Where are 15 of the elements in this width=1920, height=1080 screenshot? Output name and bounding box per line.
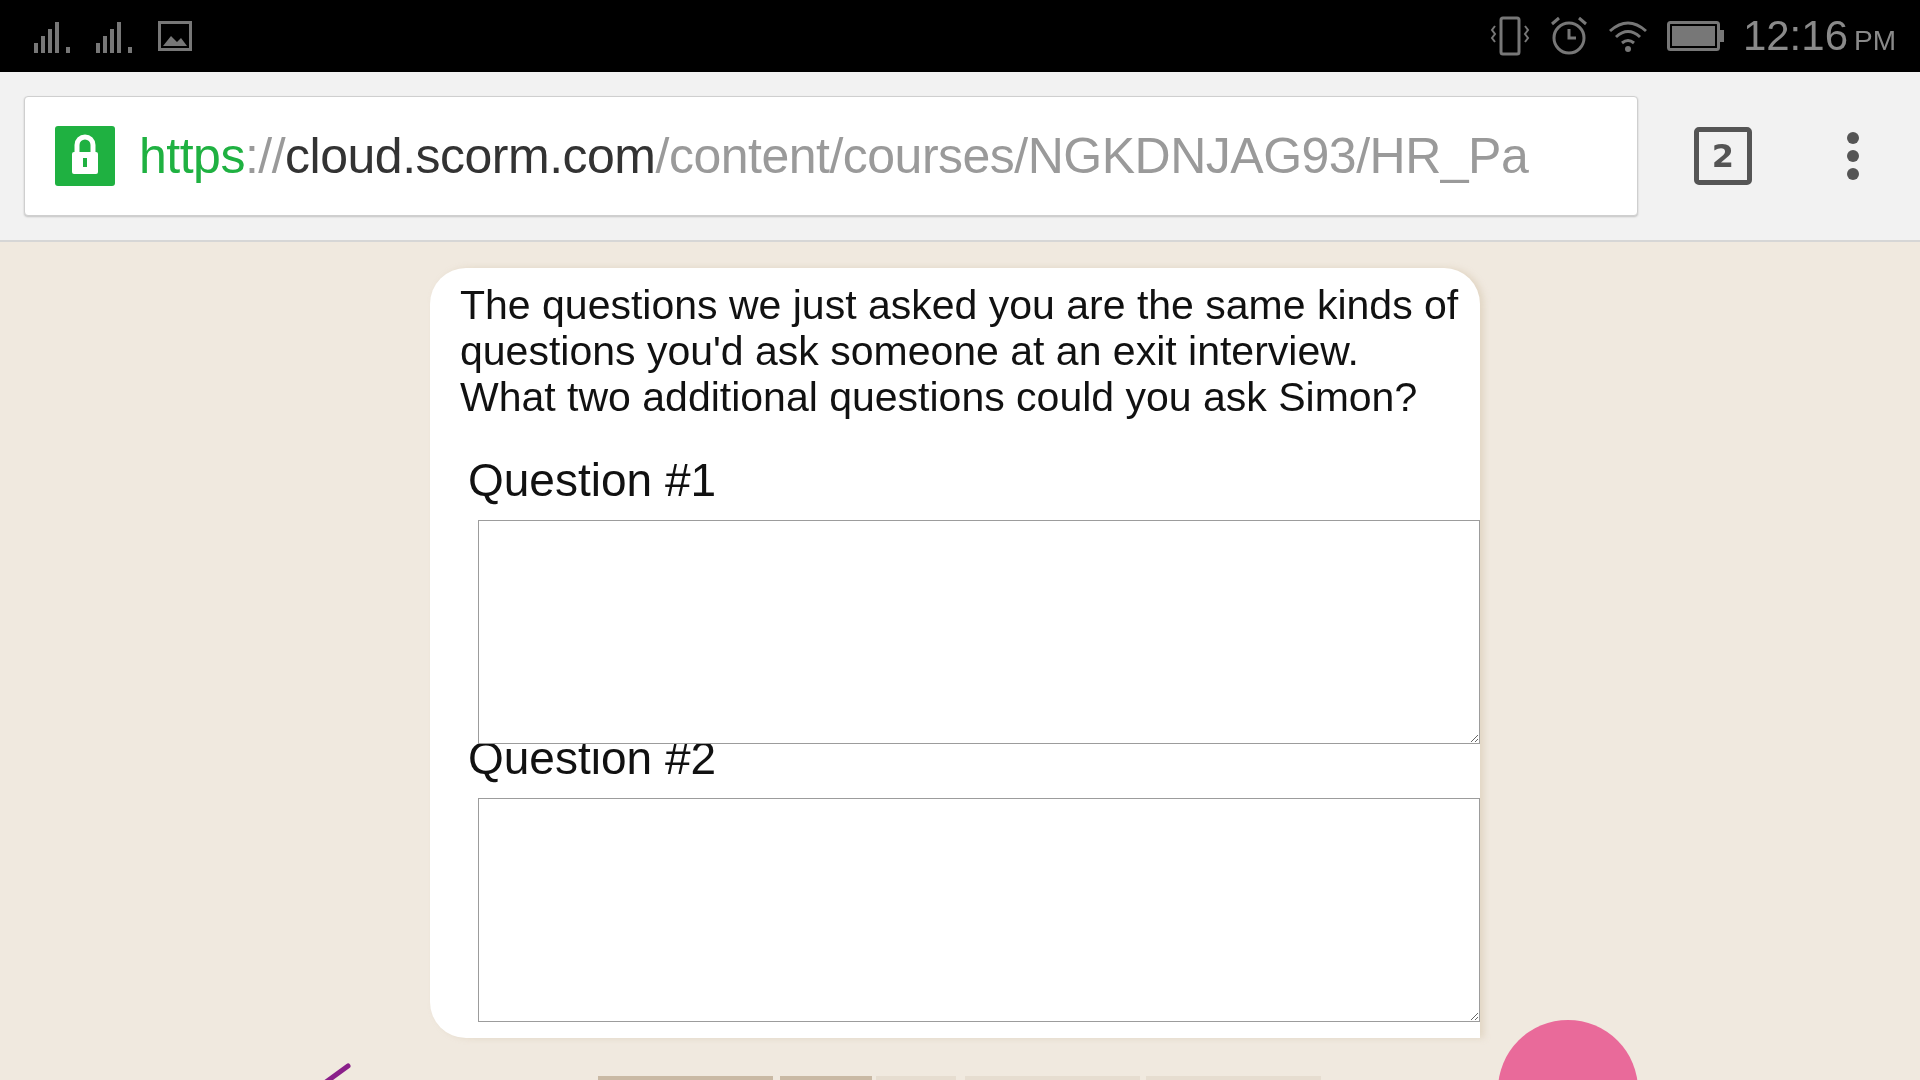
menu-icon[interactable] xyxy=(1846,131,1860,181)
prompt-text: The questions we just asked you are the same kinds of questions you'd ask someone at an exit interview. What two additional questions could you ask Simon? xyxy=(460,282,1460,420)
clock-meridiem: PM xyxy=(1854,25,1896,57)
vibrate-icon xyxy=(1488,16,1531,56)
address-bar[interactable]: https://cloud.scorm.com/content/courses/NGKDNJAG93/HR_Pa xyxy=(24,96,1638,216)
image-icon xyxy=(158,21,192,51)
question-label: Question #1 xyxy=(468,454,718,506)
battery-icon xyxy=(1666,21,1725,51)
tab-count-button[interactable]: 2 xyxy=(1694,127,1752,185)
lock-icon xyxy=(55,126,115,186)
clock-time: 12:16 PM xyxy=(1742,12,1896,60)
wifi-icon xyxy=(1606,19,1649,53)
url-text: https://cloud.scorm.com/content/courses/NGKDNJAG93/HR_Pa xyxy=(139,127,1529,185)
alarm-icon xyxy=(1548,15,1589,57)
check-icon xyxy=(322,1062,352,1080)
